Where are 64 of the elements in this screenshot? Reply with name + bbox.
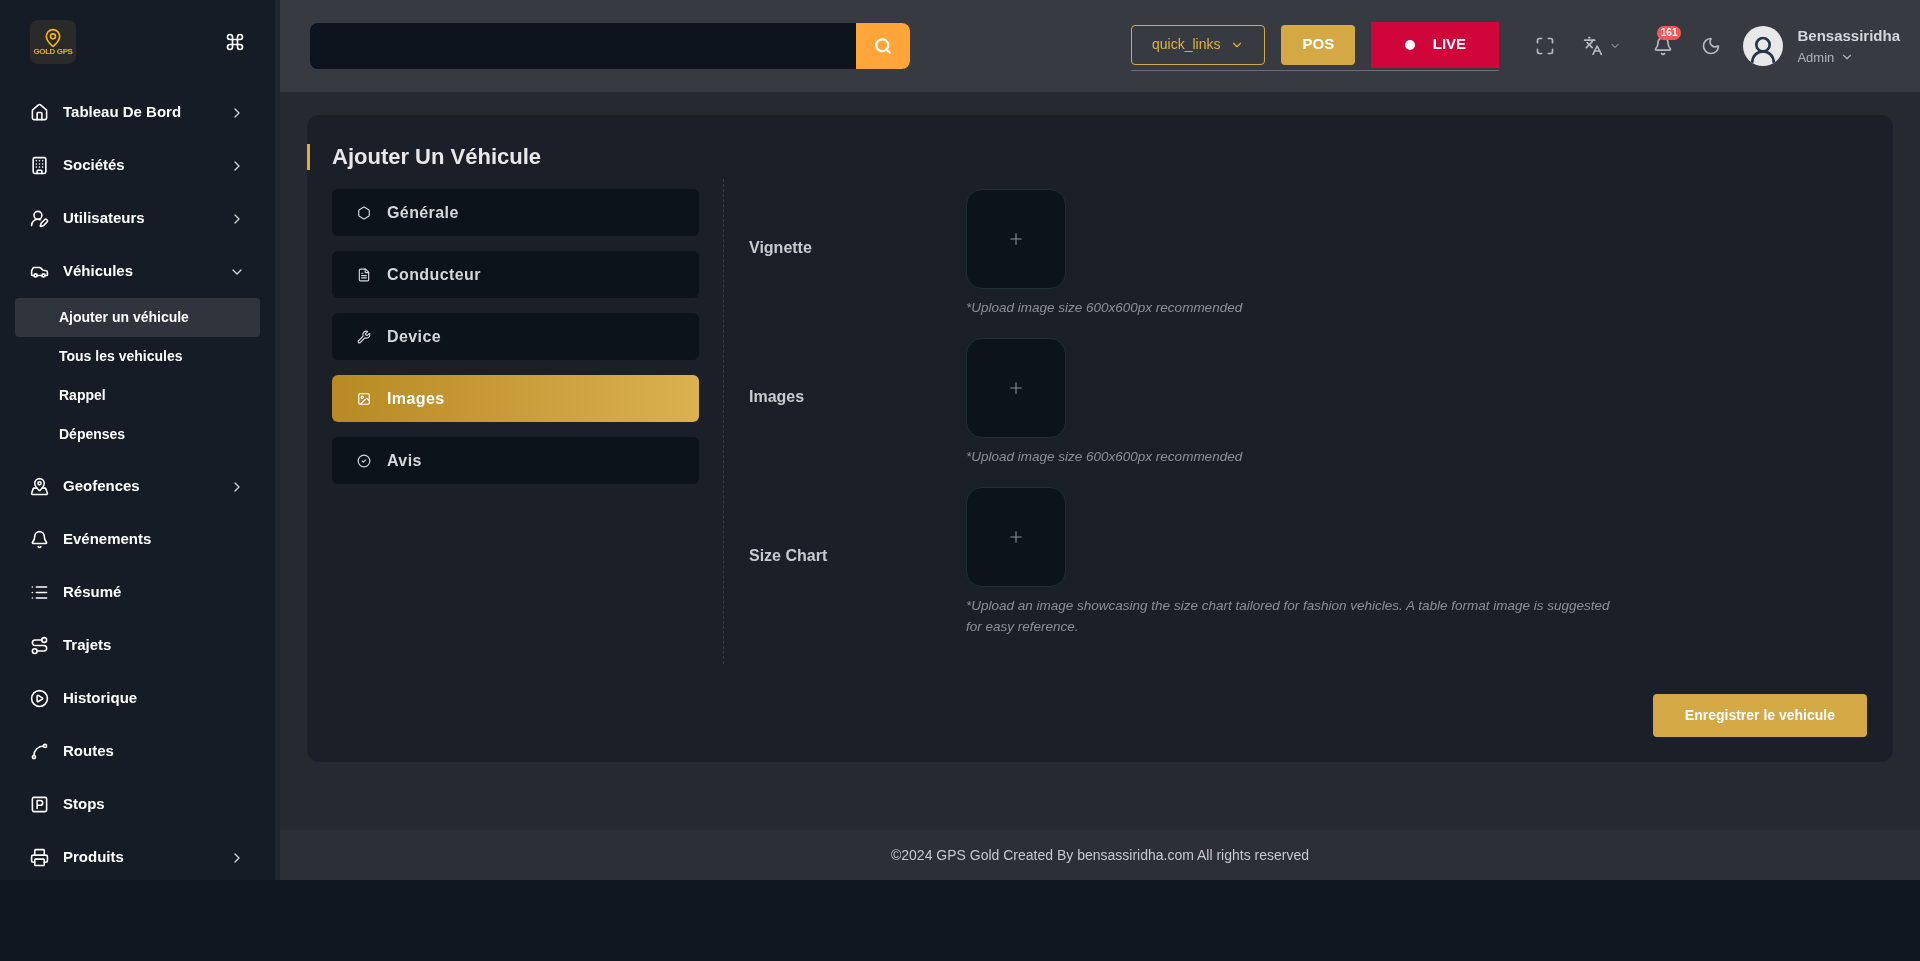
page-title: Ajouter Un Véhicule <box>332 143 542 171</box>
bell-icon <box>30 530 49 549</box>
building-icon <box>30 156 49 175</box>
section-tab[interactable]: Device <box>332 313 699 360</box>
translate-icon <box>1583 36 1604 56</box>
sidebar-subitem[interactable]: Rappel <box>15 376 260 415</box>
sidebar-item[interactable]: Véhicules <box>15 245 260 298</box>
section-tab[interactable]: Générale <box>332 189 699 236</box>
document-icon <box>357 267 371 282</box>
notification-count: 161 <box>1656 26 1682 40</box>
house-icon <box>30 103 49 122</box>
user-role: Admin <box>1797 48 1835 67</box>
user-icon <box>30 209 49 228</box>
copyright-text: ©2024 GPS Gold Created By bensassiridha.com All rights reserved <box>890 845 1310 865</box>
curve-arrow-icon <box>30 742 49 761</box>
plus-icon <box>1007 230 1025 248</box>
fullscreen-icon[interactable] <box>1535 36 1556 56</box>
notifications-icon[interactable] <box>1653 36 1674 56</box>
search-field[interactable] <box>310 23 910 69</box>
section-tab[interactable]: Conducteur <box>332 251 699 298</box>
upload-hint: *Upload an image showcasing the size chart tailored for fashion vehicles. A table format image is suggested for easy reference. <box>966 597 1611 636</box>
upload-hint: *Upload image size 600x600px recommended <box>966 299 1243 317</box>
logo[interactable]: GOLD GPS <box>30 20 76 64</box>
field-label: Size Chart <box>749 546 829 566</box>
sidebar-item[interactable]: Geofences <box>15 460 260 513</box>
section-tab[interactable]: Avis <box>332 437 699 484</box>
hexagon-icon <box>357 205 371 220</box>
field-label: Vignette <box>749 237 813 258</box>
live-button[interactable]: LIVE <box>1371 21 1500 68</box>
sidebar-item[interactable]: Historique <box>15 672 260 725</box>
route-icon <box>30 636 49 655</box>
check-circle-icon <box>357 453 371 468</box>
map-pin-icon <box>43 28 63 48</box>
map-pin-icon <box>30 477 49 496</box>
sidebar-item[interactable]: Sociétés <box>15 139 260 192</box>
sidebar-item[interactable]: Evénements <box>15 513 260 566</box>
sidebar-item[interactable]: Trajets <box>15 619 260 672</box>
language-selector[interactable] <box>1583 36 1622 56</box>
plus-icon <box>1007 528 1025 546</box>
tools-icon <box>357 329 371 344</box>
user-name: Bensassiridha <box>1797 26 1900 46</box>
field-label: Images <box>749 386 806 407</box>
parking-icon <box>30 795 49 814</box>
apps-icon[interactable] <box>225 32 245 52</box>
search-icon <box>874 37 892 55</box>
sidebar-item[interactable]: Tableau De Bord <box>15 86 260 139</box>
quick-links-dropdown[interactable]: quick_links <box>1130 24 1266 65</box>
list-icon <box>30 583 49 602</box>
sidebar-item[interactable]: Utilisateurs <box>15 192 260 245</box>
play-circle-icon <box>30 689 49 708</box>
sidebar-subitem[interactable]: Tous les vehicules <box>15 337 260 376</box>
upload-hint: *Upload image size 600x600px recommended <box>966 448 1243 466</box>
sidebar-subitem[interactable]: Ajouter un véhicule <box>15 298 260 337</box>
sidebar-item[interactable]: Produits <box>15 831 260 880</box>
printer-icon <box>30 848 49 867</box>
sidebar-subitem[interactable]: Dépenses <box>15 415 260 454</box>
sidebar-item[interactable]: Résumé <box>15 566 260 619</box>
logo-text: GOLD GPS <box>33 48 73 56</box>
plus-icon <box>1007 379 1025 397</box>
dark-mode-icon[interactable] <box>1701 36 1722 56</box>
sidebar-item[interactable]: Stops <box>15 778 260 831</box>
image-icon <box>357 391 371 406</box>
sidebar-item[interactable]: Routes <box>15 725 260 778</box>
avatar[interactable] <box>1743 26 1784 66</box>
